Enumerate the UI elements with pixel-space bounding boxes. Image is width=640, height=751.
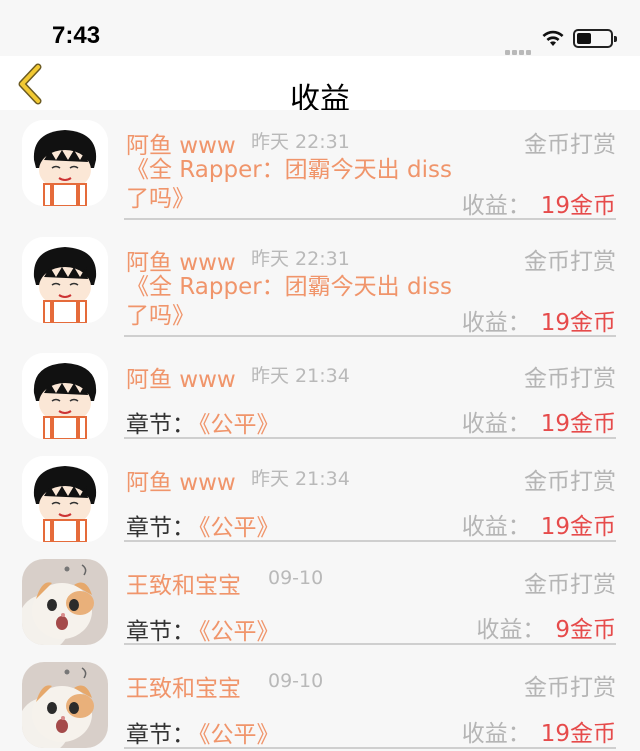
divider [124,747,616,749]
status-time: 7:43 [52,22,101,49]
cartoon-girl-avatar [22,353,108,439]
cat-avatar [22,662,108,748]
reward-time: 09-10 [268,670,324,692]
earnings-list: 阿鱼 www 昨天 22:31 金币打赏 《全 Rapper：团霸今天出 dis… [0,110,640,749]
list-item[interactable]: 王致和宝宝 09-10 金币打赏 章节： 《公平》 收益： 9金币 [0,542,640,645]
earnings-label: 收益： [461,514,531,540]
chapter-label: 章节： [126,515,195,541]
cat-avatar [22,559,108,645]
chapter-label: 章节： [126,412,195,438]
cartoon-girl-avatar [22,456,108,542]
earnings: 收益： 19金币 [462,404,616,438]
chapter-title: 《公平》 [199,722,280,748]
earnings-label: 收益： [461,411,531,437]
earnings: 收益： 19金币 [462,507,616,541]
list-item[interactable]: 阿鱼 www 昨天 22:31 金币打赏 《全 Rapper：团霸今天出 dis… [0,110,640,220]
reward-time: 昨天 22:31 [251,248,350,270]
sender-name[interactable]: 王致和宝宝 [126,566,241,600]
earnings-label: 收益： [461,721,531,747]
chapter-link[interactable]: 章节： 《公平》 [126,508,280,542]
cellular-signal-icon [505,40,535,55]
earnings-label: 收益： [476,617,546,643]
nav-bar: 收益 [0,56,640,117]
work-title-line-2: 了吗》 [126,303,195,329]
earnings-value: 19金币 [540,411,616,437]
battery-icon [573,29,617,48]
chapter-title: 《公平》 [199,619,280,645]
chapter-link[interactable]: 章节： 《公平》 [126,715,280,749]
reward-time: 昨天 22:31 [251,131,350,153]
earnings-value: 19金币 [540,514,616,540]
sender-name[interactable]: 阿鱼 www [126,360,236,394]
reward-time: 昨天 21:34 [251,365,350,387]
reward-type: 金币打赏 [524,366,616,392]
reward-type: 金币打赏 [524,249,616,275]
list-item[interactable]: 阿鱼 www 昨天 21:34 金币打赏 章节： 《公平》 收益： 19金币 [0,337,640,439]
sender-name[interactable]: 王致和宝宝 [126,669,241,703]
reward-time: 09-10 [268,567,324,589]
earnings-value: 19金币 [540,310,616,336]
work-title-line-2: 了吗》 [126,186,195,212]
sender-name[interactable]: 阿鱼 www [126,243,236,277]
status-bar: 7:43 [0,0,640,56]
reward-type: 金币打赏 [524,572,616,598]
sender-name[interactable]: 阿鱼 www [126,126,236,160]
reward-type: 金币打赏 [524,675,616,701]
work-title-line-1: 《全 Rapper：团霸今天出 diss [126,274,452,300]
earnings-value: 19金币 [540,193,616,219]
earnings-label: 收益： [461,310,531,336]
work-title-link[interactable]: 《全 Rapper：团霸今天出 diss 了吗》 [126,273,466,331]
list-item[interactable]: 阿鱼 www 昨天 22:31 金币打赏 《全 Rapper：团霸今天出 dis… [0,220,640,337]
work-title-link[interactable]: 《全 Rapper：团霸今天出 diss 了吗》 [126,156,466,214]
list-item[interactable]: 王致和宝宝 09-10 金币打赏 章节： 《公平》 收益： 19金币 [0,645,640,749]
earnings: 收益： 19金币 [462,303,616,337]
work-title-line-1: 《全 Rapper：团霸今天出 diss [126,157,452,183]
chapter-label: 章节： [126,619,195,645]
sender-name[interactable]: 阿鱼 www [126,463,236,497]
chapter-label: 章节： [126,722,195,748]
earnings-label: 收益： [461,193,531,219]
cartoon-girl-avatar [22,237,108,323]
earnings-value: 9金币 [555,617,616,643]
chapter-link[interactable]: 章节： 《公平》 [126,612,280,646]
list-item[interactable]: 阿鱼 www 昨天 21:34 金币打赏 章节： 《公平》 收益： 19金币 [0,439,640,542]
earnings-value: 19金币 [540,721,616,747]
reward-type: 金币打赏 [524,132,616,158]
chapter-link[interactable]: 章节： 《公平》 [126,405,280,439]
reward-type: 金币打赏 [524,469,616,495]
earnings: 收益： 19金币 [462,714,616,748]
cartoon-girl-avatar [22,120,108,206]
wifi-icon [542,30,564,46]
reward-time: 昨天 21:34 [251,468,350,490]
earnings: 收益： 9金币 [476,610,616,644]
chapter-title: 《公平》 [199,412,280,438]
chapter-title: 《公平》 [199,515,280,541]
earnings: 收益： 19金币 [462,186,616,220]
